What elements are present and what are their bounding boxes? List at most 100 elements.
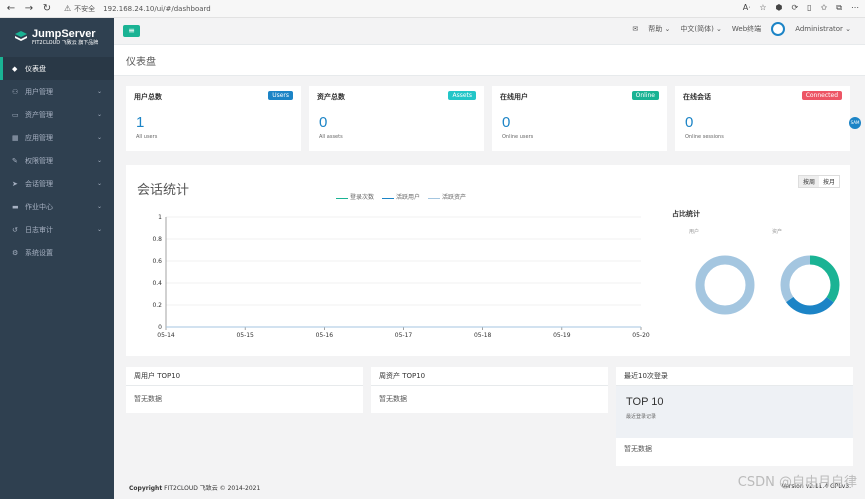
x-tick-label: 05-14 <box>157 332 175 339</box>
menu-toggle-button[interactable]: ≡ <box>123 25 140 37</box>
top10-heading: TOP 10 <box>626 396 664 408</box>
sidebar-item-sessions[interactable]: ➤ 会话管理 ⌄ <box>0 172 114 195</box>
help-menu[interactable]: 帮助 ⌄ <box>648 24 670 34</box>
empty-text: 暂无数据 <box>134 395 162 403</box>
sidebar-item-users[interactable]: ⚇ 用户管理 ⌄ <box>0 80 114 103</box>
jumpserver-logo-icon <box>15 31 27 41</box>
panel-title: 周用户 TOP10 <box>126 367 363 386</box>
y-tick-label: 0.4 <box>152 280 162 287</box>
forward-icon[interactable]: → <box>22 3 36 14</box>
extension-icon[interactable]: ⬢ <box>775 3 782 13</box>
sidebar-item-jobs[interactable]: ▬ 作业中心 ⌄ <box>0 195 114 218</box>
x-tick-label: 05-16 <box>316 332 334 339</box>
ratio-title: 占比统计 <box>672 210 700 218</box>
sidebar-item-label: 应用管理 <box>25 133 53 142</box>
legend-marker <box>336 194 348 199</box>
y-tick-label: 0.8 <box>152 236 162 243</box>
x-tick-label: 05-20 <box>632 332 650 339</box>
card-subtitle: All users <box>136 134 158 140</box>
sync-icon[interactable]: ⟳ <box>791 3 798 13</box>
watermark: CSDN @自由月自律 <box>737 475 857 490</box>
star-icon[interactable]: ☆ <box>759 3 766 13</box>
tab-week[interactable]: 按周 <box>798 176 819 187</box>
ratio-label-assets: 资产 <box>772 229 783 235</box>
split-icon[interactable]: ▯ <box>807 3 811 13</box>
card-users: 用户总数 Users 1 All users <box>126 86 301 151</box>
favorites-icon[interactable]: ✩ <box>821 3 828 13</box>
refresh-icon[interactable]: ↻ <box>40 3 54 14</box>
status-badge: Assets <box>448 91 476 100</box>
card-title: 资产总数 <box>317 93 345 101</box>
topbar: ≡ ✉ 帮助 ⌄ 中文(简体) ⌄ Web终端 Administrator ⌄ <box>114 18 865 44</box>
chevron-down-icon: ⌄ <box>96 111 102 118</box>
x-tick-label: 05-17 <box>395 332 413 339</box>
main-area: ≡ ✉ 帮助 ⌄ 中文(简体) ⌄ Web终端 Administrator ⌄ … <box>114 18 865 499</box>
sidebar-item-apps[interactable]: ▦ 应用管理 ⌄ <box>0 126 114 149</box>
topbar-right: ✉ 帮助 ⌄ 中文(简体) ⌄ Web终端 Administrator ⌄ <box>632 22 851 36</box>
settings-icon: ⚙ <box>12 248 19 257</box>
avatar[interactable] <box>771 22 786 36</box>
sidebar-item-label: 权限管理 <box>25 156 53 165</box>
card-value[interactable]: 1 <box>136 114 144 131</box>
mail-icon[interactable]: ✉ <box>632 25 638 33</box>
web-terminal-link[interactable]: Web终端 <box>732 24 761 34</box>
apps-icon: ▦ <box>12 133 19 142</box>
y-tick-label: 0.6 <box>152 258 162 265</box>
legend-item[interactable]: 登录次数 <box>336 192 374 201</box>
x-tick-label: 05-19 <box>553 332 571 339</box>
assets-icon: ▭ <box>12 110 19 119</box>
user-menu[interactable]: Administrator ⌄ <box>795 25 851 33</box>
empty-text: 暂无数据 <box>379 395 407 403</box>
card-title: 在线会话 <box>683 93 711 101</box>
sidebar-item-dashboard[interactable]: ◆ 仪表盘 <box>0 57 114 80</box>
chart-legend: 登录次数 活跃用户 活跃资产 <box>336 192 466 201</box>
card-assets: 资产总数 Assets 0 All assets <box>309 86 484 151</box>
sidebar-item-audit[interactable]: ↺ 日志审计 ⌄ <box>0 218 114 241</box>
top10-box: TOP 10 最近登录记录 <box>616 386 853 438</box>
line-chart: 0 0.2 0.4 0.6 0.8 1 05-14 05-15 05-16 05-17 05-18 0… <box>152 214 650 339</box>
brand-name: JumpServer <box>32 27 96 40</box>
chevron-down-icon: ⌄ <box>96 134 102 141</box>
sidebar-item-label: 资产管理 <box>25 110 53 119</box>
card-title: 在线用户 <box>500 93 528 101</box>
status-badge: Online <box>631 91 659 100</box>
sidebar-item-settings[interactable]: ⚙ 系统设置 <box>0 241 114 264</box>
card-title: 用户总数 <box>134 93 162 101</box>
sidebar-item-assets[interactable]: ▭ 资产管理 ⌄ <box>0 103 114 126</box>
donut-assets <box>780 255 840 315</box>
brand-sub: FIT2CLOUD 飞致云 旗下品牌 <box>32 39 99 46</box>
collections-icon[interactable]: ⧉ <box>836 3 842 13</box>
legend-item[interactable]: 活跃资产 <box>428 192 466 201</box>
url-text[interactable]: 192.168.24.10/ui/#/dashboard <box>103 5 211 13</box>
panel-title: 最近10次登录 <box>616 367 853 386</box>
card-value[interactable]: 0 <box>502 114 510 131</box>
more-icon[interactable]: ⋯ <box>851 3 859 13</box>
read-aloud-icon[interactable]: Aᐧ <box>743 3 751 13</box>
legend-item[interactable]: 活跃用户 <box>382 192 420 201</box>
chevron-down-icon: ⌄ <box>96 88 102 95</box>
y-tick-label: 1 <box>158 214 162 221</box>
floating-assist-button[interactable]: SAM <box>849 117 861 129</box>
stats-title: 会话统计 <box>137 183 190 198</box>
card-subtitle: All assets <box>319 134 343 140</box>
card-value[interactable]: 0 <box>319 114 327 131</box>
sidebar-item-label: 系统设置 <box>25 248 53 257</box>
address-bar[interactable]: ⚠ 不安全 192.168.24.10/ui/#/dashboard <box>64 4 211 14</box>
card-subtitle: Online sessions <box>685 134 724 140</box>
back-icon[interactable]: ← <box>4 3 18 14</box>
card-value[interactable]: 0 <box>685 114 693 131</box>
x-tick-label: 05-18 <box>474 332 492 339</box>
card-online-sessions: 在线会话 Connected 0 Online sessions <box>675 86 850 151</box>
tab-month[interactable]: 按月 <box>819 176 839 187</box>
card-subtitle: Online users <box>502 134 534 140</box>
audit-icon: ↺ <box>12 225 18 234</box>
browser-toolbar: ← → ↻ ⚠ 不安全 192.168.24.10/ui/#/dashboard… <box>0 0 865 18</box>
status-badge: Connected <box>801 91 842 100</box>
donut-slice <box>695 255 755 315</box>
language-menu[interactable]: 中文(简体) ⌄ <box>680 24 722 34</box>
security-label: 不安全 <box>74 4 96 13</box>
logo[interactable]: JumpServer FIT2CLOUD 飞致云 旗下品牌 <box>0 18 114 56</box>
sidebar-item-perms[interactable]: ✎ 权限管理 ⌄ <box>0 149 114 172</box>
users-icon: ⚇ <box>12 87 19 96</box>
sidebar-item-label: 日志审计 <box>25 225 53 234</box>
